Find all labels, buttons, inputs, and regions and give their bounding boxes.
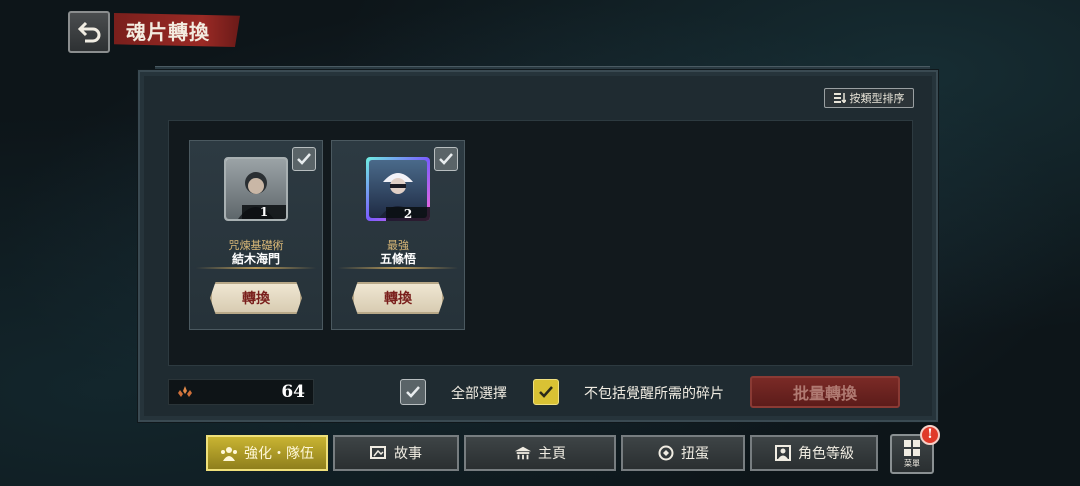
fragment-card[interactable]: 1 咒煉基礎術 結木海門 轉換 bbox=[189, 140, 323, 330]
gacha-icon bbox=[657, 445, 675, 461]
card-divider bbox=[338, 267, 458, 269]
nav-home[interactable]: 主頁 bbox=[464, 435, 616, 471]
character-name: 結木海門 bbox=[231, 252, 280, 266]
home-icon bbox=[514, 445, 532, 461]
nav-enhance-team[interactable]: 強化・隊伍 bbox=[206, 435, 328, 471]
character-name: 五條悟 bbox=[379, 252, 416, 266]
fragment-count: 1 bbox=[242, 205, 286, 219]
card-divider bbox=[196, 267, 316, 269]
notification-alert-icon: ! bbox=[920, 425, 940, 445]
menu-label: 菜單 bbox=[904, 458, 920, 468]
back-button[interactable] bbox=[68, 11, 110, 53]
page-title: 魂片轉換 bbox=[126, 19, 210, 44]
nav-label: 角色等級 bbox=[798, 446, 854, 462]
convert-button[interactable]: 轉換 bbox=[352, 282, 444, 314]
character-level-icon bbox=[774, 445, 792, 461]
nav-character-level[interactable]: 角色等級 bbox=[750, 435, 878, 471]
check-icon bbox=[406, 386, 420, 398]
page-title-banner: 魂片轉換 bbox=[114, 13, 240, 47]
batch-convert-button[interactable]: 批量轉換 bbox=[750, 376, 900, 408]
fragment-card[interactable]: 2 最強 五條悟 轉換 bbox=[331, 140, 465, 330]
fragment-amount: 64 bbox=[281, 382, 305, 402]
check-icon bbox=[297, 153, 311, 165]
fragment-count: 2 bbox=[386, 207, 430, 221]
character-portrait: 1 bbox=[224, 157, 288, 221]
sort-by-type-button[interactable]: 按類型排序 bbox=[824, 88, 914, 108]
nav-story[interactable]: 故事 bbox=[333, 435, 459, 471]
character-portrait: 2 bbox=[366, 157, 430, 221]
fragment-currency: 64 bbox=[168, 379, 314, 405]
card-select-checkbox[interactable] bbox=[292, 147, 316, 171]
menu-grid-icon bbox=[904, 439, 920, 456]
soul-fragment-icon bbox=[178, 386, 192, 397]
nav-gacha[interactable]: 扭蛋 bbox=[621, 435, 745, 471]
card-select-checkbox[interactable] bbox=[434, 147, 458, 171]
sort-label: 按類型排序 bbox=[849, 92, 905, 105]
story-icon bbox=[370, 445, 388, 461]
check-icon bbox=[439, 153, 453, 165]
sort-icon bbox=[833, 93, 846, 103]
check-icon bbox=[539, 386, 553, 398]
select-all-label[interactable]: 全部選擇 bbox=[451, 383, 507, 403]
nav-label: 扭蛋 bbox=[681, 446, 709, 462]
exclude-awaken-label[interactable]: 不包括覺醒所需的碎片 bbox=[584, 383, 724, 403]
nav-label: 故事 bbox=[394, 446, 422, 462]
team-icon bbox=[220, 445, 238, 461]
select-all-checkbox[interactable] bbox=[400, 379, 426, 405]
back-arrow-icon bbox=[77, 21, 101, 43]
exclude-awaken-checkbox[interactable] bbox=[533, 379, 559, 405]
nav-label: 主頁 bbox=[538, 446, 566, 462]
convert-button[interactable]: 轉換 bbox=[210, 282, 302, 314]
nav-label: 強化・隊伍 bbox=[244, 446, 314, 462]
